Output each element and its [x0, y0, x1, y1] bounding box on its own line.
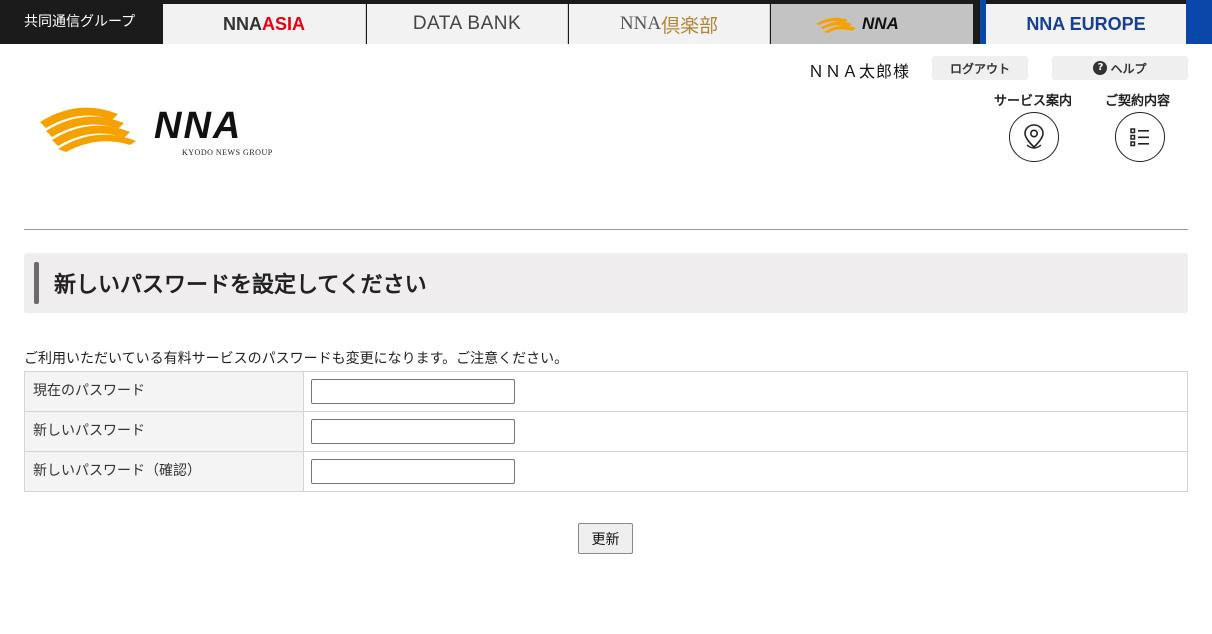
current-password-input[interactable] — [311, 379, 515, 404]
network-bar: 共同通信グループ NNA ASIA DATA BANK NNA 倶楽部 NNA … — [0, 0, 1212, 44]
confirm-password-input[interactable] — [311, 459, 515, 484]
service-guide-label[interactable]: サービス案内 — [994, 90, 1072, 109]
nna-logo-icon: NNA KYODO NEWS GROUP — [40, 105, 273, 157]
tab-club-prefix: NNA — [619, 13, 662, 34]
help-button[interactable]: ? ヘルプ — [1052, 56, 1188, 80]
heading-accent-bar — [34, 262, 39, 304]
tab-nna-europe[interactable]: NNA EUROPE — [986, 4, 1186, 44]
page-title: 新しいパスワードを設定してください — [54, 273, 427, 298]
new-password-label: 新しいパスワード — [24, 411, 304, 452]
tab-data-bank[interactable]: DATA BANK — [367, 4, 568, 44]
password-change-note: ご利用いただいている有料サービスのパスワードも変更になります。ご注意ください。 — [24, 351, 569, 367]
tab-club-suffix: 倶楽部 — [661, 15, 719, 37]
tab-asia-main: NNA — [222, 13, 262, 34]
update-button[interactable]: 更新 — [578, 523, 633, 554]
list-icon — [1130, 128, 1149, 147]
map-pin-icon — [1024, 124, 1044, 149]
europe-strip — [1186, 0, 1212, 44]
tab-nna-asia[interactable]: NNA ASIA — [163, 4, 366, 44]
help-label: ヘルプ — [1110, 61, 1147, 76]
page-heading: 新しいパスワードを設定してください — [24, 253, 1188, 313]
password-form-table: 現在のパスワード 新しいパスワード 新しいパスワード（確認） — [24, 371, 1188, 492]
contract-details-button[interactable] — [1115, 112, 1165, 162]
confirm-password-label: 新しいパスワード（確認） — [24, 451, 304, 492]
logout-label: ログアウト — [949, 61, 1010, 76]
form-row-new: 新しいパスワード — [24, 411, 1188, 452]
nna-logo[interactable]: NNA KYODO NEWS GROUP — [38, 100, 308, 160]
help-icon: ? — [1093, 61, 1108, 75]
tab-asia-highlight: ASIA — [261, 13, 305, 34]
nna-mini-logo-icon: NNA — [816, 14, 899, 33]
group-label: 共同通信グループ — [24, 14, 136, 30]
new-password-input[interactable] — [311, 419, 515, 444]
user-name: ＮＮＡ太郎様 — [808, 62, 911, 81]
logo-subtext: KYODO NEWS GROUP — [182, 148, 273, 157]
current-password-label: 現在のパスワード — [24, 371, 304, 412]
header-divider — [24, 229, 1188, 230]
contract-details-label[interactable]: ご契約内容 — [1105, 90, 1170, 109]
tab-nna-club[interactable]: NNA 倶楽部 — [569, 4, 770, 44]
tab-europe-label: NNA EUROPE — [1026, 13, 1146, 34]
tab-nna-text: NNA — [862, 14, 899, 33]
logo-text: NNA — [154, 105, 242, 147]
tab-databank-label: DATA BANK — [412, 13, 522, 34]
logout-button[interactable]: ログアウト — [932, 56, 1028, 80]
service-guide-button[interactable] — [1009, 112, 1059, 162]
form-row-current: 現在のパスワード — [24, 371, 1188, 412]
tab-nna-current[interactable]: NNA — [771, 4, 973, 44]
form-row-confirm: 新しいパスワード（確認） — [24, 451, 1188, 492]
